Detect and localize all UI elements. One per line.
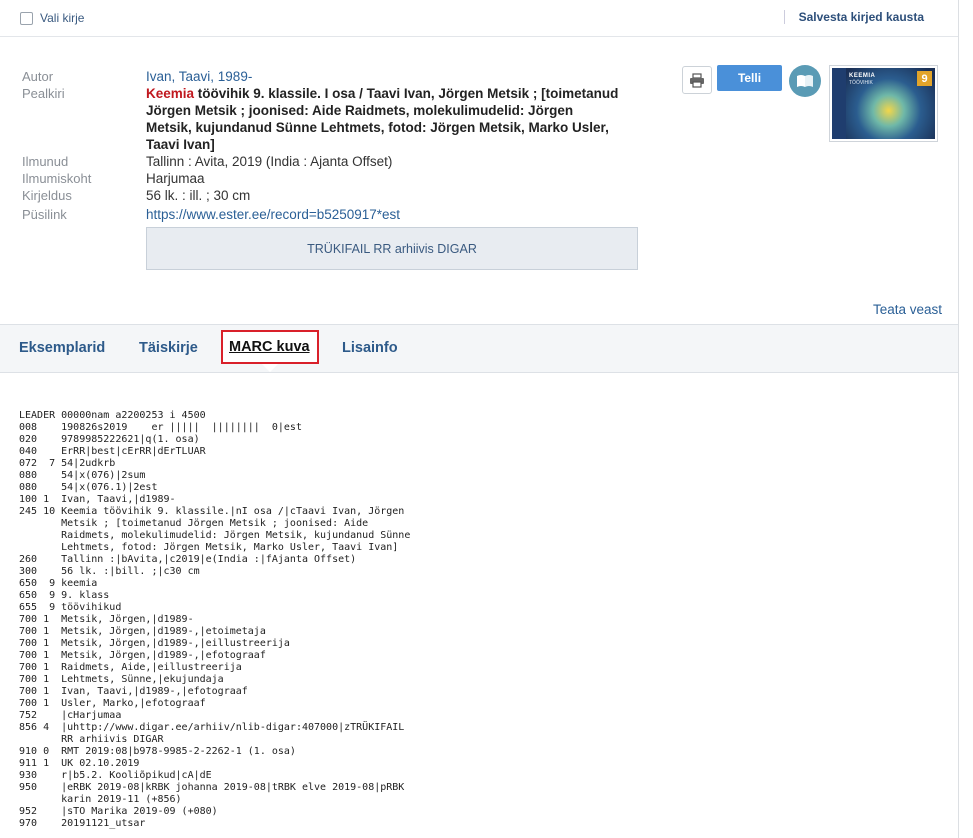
marc-line: 020 9789985222621|q(1. osa) bbox=[19, 434, 200, 445]
select-record-label[interactable]: Vali kirje bbox=[40, 11, 84, 25]
title-line-1: töövihik 9. klassile. I osa / Taavi Ivan… bbox=[194, 86, 619, 101]
marc-line: 950 |eRBK 2019-08|kRBK johanna 2019-08|t… bbox=[19, 782, 405, 793]
tab-additional-info[interactable]: Lisainfo bbox=[342, 340, 398, 356]
title-line-4: Taavi Ivan] bbox=[146, 137, 215, 152]
marc-line: 650 9 keemia bbox=[19, 578, 98, 589]
active-tab-caret bbox=[262, 364, 278, 372]
marc-line: Metsik ; [toimetanud Jörgen Metsik ; joo… bbox=[19, 518, 369, 529]
printer-icon bbox=[690, 72, 704, 88]
digar-archive-button[interactable]: TRÜKIFAIL RR arhiivis DIGAR bbox=[146, 227, 638, 270]
print-button[interactable] bbox=[682, 66, 712, 94]
marc-line: Raidmets, molekulimudelid: Jörgen Metsik… bbox=[19, 530, 411, 541]
marc-line: 655 9 töövihikud bbox=[19, 602, 122, 613]
book-cover-image: KEEMIA TÖÖVIHIK 9 bbox=[832, 68, 935, 139]
marc-line: 700 1 Metsik, Jörgen,|d1989- bbox=[19, 614, 194, 625]
field-label-place: Ilmumiskoht bbox=[22, 171, 92, 186]
open-book-icon bbox=[797, 75, 813, 87]
marc-line: 080 54|x(076)|2sum bbox=[19, 470, 146, 481]
marc-line: 910 0 RMT 2019:08|b978-9985-2-2262-1 (1.… bbox=[19, 746, 296, 757]
cover-spine bbox=[832, 68, 846, 139]
marc-line: karin 2019-11 (+856) bbox=[19, 794, 182, 805]
marc-line: 260 Tallinn :|bAvita,|c2019|e(India :|fA… bbox=[19, 554, 357, 565]
record-tabs: Eksemplarid Täiskirje Lisainfo bbox=[0, 324, 958, 373]
published-value: Tallinn : Avita, 2019 (India : Ajanta Of… bbox=[146, 154, 393, 169]
cover-title: KEEMIA bbox=[849, 73, 876, 79]
title-line-2: Jörgen Metsik ; joonised: Aide Raidmets,… bbox=[146, 103, 574, 118]
select-record-checkbox[interactable] bbox=[20, 11, 33, 25]
marc-line: 970 20191121_utsar bbox=[19, 818, 146, 829]
record-toolbar: Vali kirje Salvesta kirjed kausta bbox=[0, 0, 958, 37]
marc-line: 700 1 Lehtmets, Sünne,|ekujundaja bbox=[19, 674, 224, 685]
order-button[interactable]: Telli bbox=[717, 65, 782, 91]
marc-line: 752 |cHarjumaa bbox=[19, 710, 122, 721]
marc-line: 008 190826s2019 er ||||| |||||||| 0|est bbox=[19, 422, 302, 433]
title-value: Keemia töövihik 9. klassile. I osa / Taa… bbox=[146, 85, 636, 153]
tab-full-record[interactable]: Täiskirje bbox=[139, 340, 198, 356]
marc-line: LEADER 00000nam a2200253 i 4500 bbox=[19, 410, 206, 421]
marc-line: 700 1 Ivan, Taavi,|d1989-,|efotograaf bbox=[19, 686, 248, 697]
marc-line: 952 |sTO Marika 2019-09 (+080) bbox=[19, 806, 218, 817]
book-cover-thumbnail[interactable]: KEEMIA TÖÖVIHIK 9 bbox=[829, 65, 938, 142]
marc-line: 700 1 Usler, Marko,|efotograaf bbox=[19, 698, 206, 709]
marc-line: 911 1 UK 02.10.2019 bbox=[19, 758, 140, 769]
marc-line: 930 r|b5.2. Kooliõpikud|cA|dE bbox=[19, 770, 212, 781]
save-to-folder-link[interactable]: Salvesta kirjed kausta bbox=[783, 10, 924, 24]
marc-record-view: LEADER 00000nam a2200253 i 4500 008 19082… bbox=[19, 410, 410, 830]
select-record-control[interactable]: Vali kirje bbox=[20, 11, 84, 25]
cover-subtitle: TÖÖVIHIK bbox=[849, 80, 873, 86]
marc-line: 300 56 lk. :|bill. ;|c30 cm bbox=[19, 566, 200, 577]
tab-marc[interactable]: MARC kuva bbox=[229, 339, 310, 355]
marc-line: 040 ErRR|best|cErRR|dErTLUAR bbox=[19, 446, 206, 457]
field-label-description: Kirjeldus bbox=[22, 188, 72, 203]
title-line-3: Metsik, kujundanud Sünne Lehtmets, fotod… bbox=[146, 120, 609, 135]
description-value: 56 lk. : ill. ; 30 cm bbox=[146, 188, 251, 203]
marc-line: 700 1 Metsik, Jörgen,|d1989-,|eillustree… bbox=[19, 638, 290, 649]
marc-line: 245 10 Keemia töövihik 9. klassile.|nI o… bbox=[19, 506, 405, 517]
field-label-permalink: Püsilink bbox=[22, 207, 67, 222]
marc-line: 700 1 Raidmets, Aide,|eillustreerija bbox=[19, 662, 242, 673]
report-error-link[interactable]: Teata veast bbox=[873, 302, 942, 317]
title-search-highlight: Keemia bbox=[146, 86, 195, 101]
marc-line: 700 1 Metsik, Jörgen,|d1989-,|efotograaf bbox=[19, 650, 266, 661]
marc-line: 100 1 Ivan, Taavi,|d1989- bbox=[19, 494, 176, 505]
marc-line: Lehtmets, fotod: Jörgen Metsik, Marko Us… bbox=[19, 542, 399, 553]
place-value: Harjumaa bbox=[146, 171, 205, 186]
marc-line: 700 1 Metsik, Jörgen,|d1989-,|etoimetaja bbox=[19, 626, 266, 637]
permalink-link[interactable]: https://www.ester.ee/record=b5250917*est bbox=[146, 206, 636, 223]
marc-line: RR arhiivis DIGAR bbox=[19, 734, 164, 745]
field-label-title: Pealkiri bbox=[22, 86, 65, 101]
marc-line: 650 9 9. klass bbox=[19, 590, 110, 601]
marc-line: 080 54|x(076.1)|2est bbox=[19, 482, 158, 493]
field-label-author: Autor bbox=[22, 69, 54, 84]
marc-line: 856 4 |uhttp://www.digar.ee/arhiiv/nlib-… bbox=[19, 722, 405, 733]
tab-holdings[interactable]: Eksemplarid bbox=[19, 340, 105, 356]
author-link[interactable]: Ivan, Taavi, 1989- bbox=[146, 68, 636, 85]
marc-line: 072 7 54|2udkrb bbox=[19, 458, 116, 469]
content-right-border bbox=[958, 0, 959, 838]
read-online-button[interactable] bbox=[789, 65, 821, 97]
field-label-published: Ilmunud bbox=[22, 154, 69, 169]
cover-grade-number: 9 bbox=[917, 71, 932, 86]
